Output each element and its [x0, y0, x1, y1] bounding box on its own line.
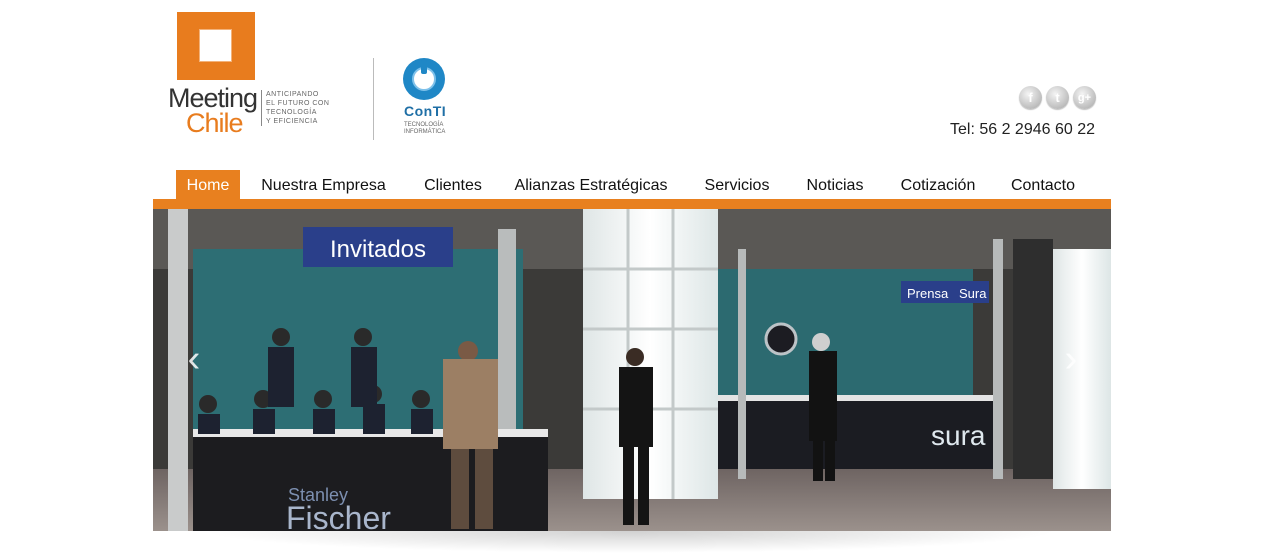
meeting-chile-logo[interactable]: Meeting Chile ANTICIPANDO EL FUTURO CON … — [168, 10, 338, 140]
logo-tagline: ANTICIPANDO EL FUTURO CON TECNOLOGÍA Y E… — [261, 90, 338, 126]
main-nav: Home Nuestra Empresa Clientes Alianzas E… — [153, 170, 1111, 200]
logo-word-chile: Chile — [186, 108, 244, 138]
nav-item-contacto[interactable]: Contacto — [1006, 170, 1080, 199]
nav-accent-bar — [153, 199, 1111, 209]
banner-fischer: Fischer — [286, 500, 391, 531]
twitter-icon[interactable]: t — [1046, 86, 1069, 109]
site-header: Meeting Chile ANTICIPANDO EL FUTURO CON … — [0, 0, 1262, 170]
slider-shadow — [200, 531, 1060, 553]
nav-item-home[interactable]: Home — [176, 170, 240, 199]
slider-next-arrow[interactable]: › — [1056, 339, 1086, 379]
nav-item-servicios[interactable]: Servicios — [698, 170, 776, 199]
phone-number: Tel: 56 2 2946 60 22 — [950, 121, 1096, 138]
social-links: f t g+ — [1019, 86, 1096, 109]
hero-slider[interactable]: Invitados Stanley Fischer Prensa Sura su… — [153, 209, 1111, 531]
nav-item-cotizacion[interactable]: Cotización — [895, 170, 981, 199]
nav-item-alianzas[interactable]: Alianzas Estratégicas — [510, 170, 672, 199]
facebook-icon[interactable]: f — [1019, 86, 1042, 109]
conti-ring-icon — [403, 58, 445, 100]
nav-item-nuestra-empresa[interactable]: Nuestra Empresa — [255, 170, 392, 199]
conti-subtitle: TECNOLOGÍA INFORMÁTICA — [404, 122, 446, 135]
logo-orange-square — [177, 12, 255, 80]
conti-name: ConTI — [404, 103, 447, 119]
google-plus-icon[interactable]: g+ — [1073, 86, 1096, 109]
conti-logo[interactable]: ConTI TECNOLOGÍA INFORMÁTICA — [395, 58, 465, 142]
sign-sura-big: sura — [931, 420, 986, 451]
hero-photo: Invitados Stanley Fischer Prensa Sura su… — [153, 209, 1111, 531]
nav-item-noticias[interactable]: Noticias — [800, 170, 870, 199]
sign-invitados: Invitados — [330, 236, 426, 263]
sign-prensa: Prensa — [907, 286, 949, 301]
slider-prev-arrow[interactable]: ‹ — [179, 339, 209, 379]
logo-divider — [373, 58, 374, 140]
nav-item-clientes[interactable]: Clientes — [415, 170, 491, 199]
sign-sura-small: Sura — [959, 286, 987, 301]
